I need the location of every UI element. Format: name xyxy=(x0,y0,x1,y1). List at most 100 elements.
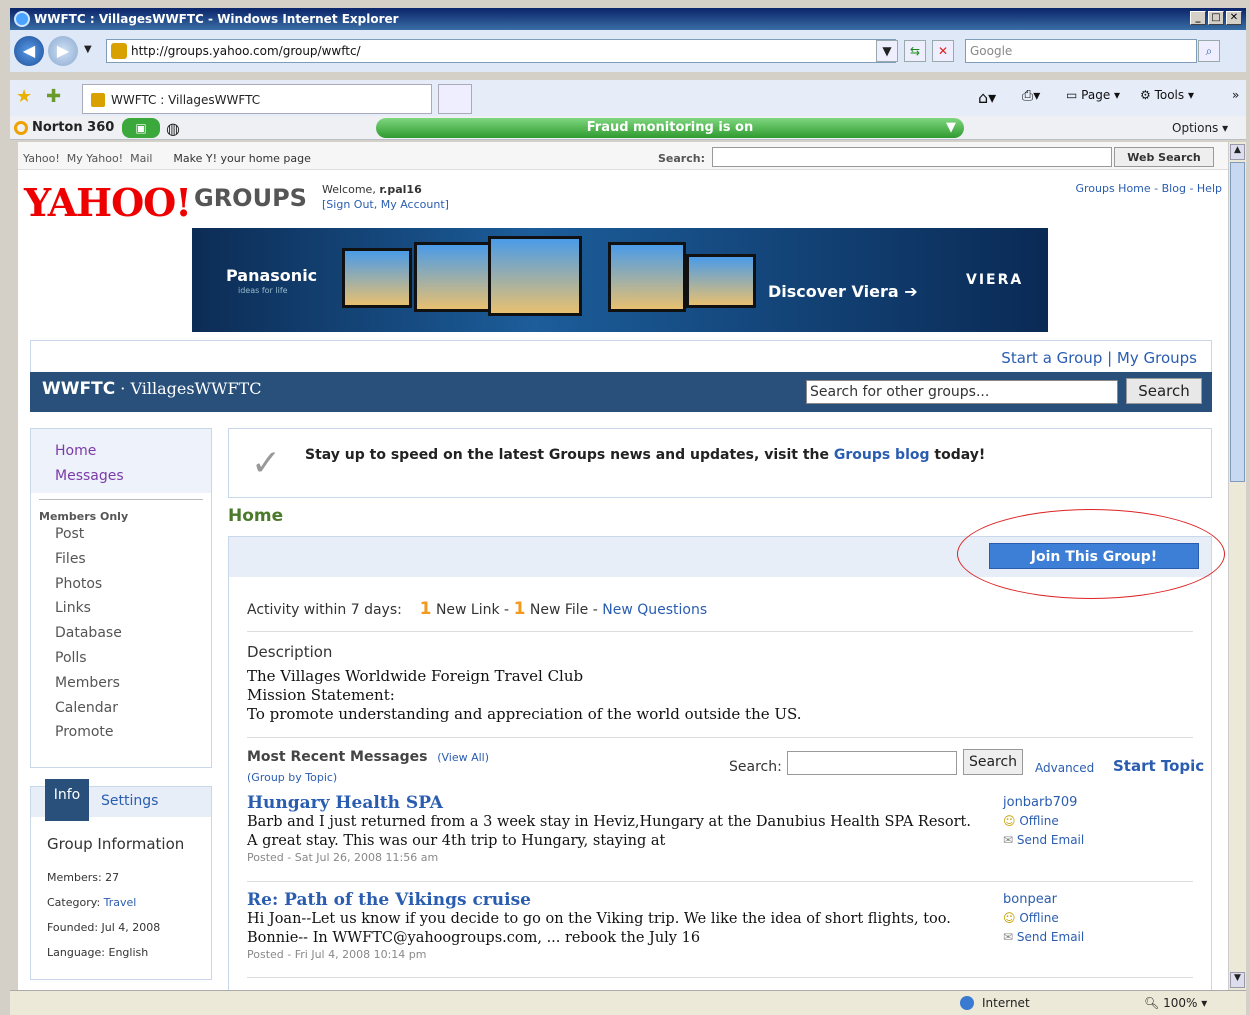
tab-row: ★ ✚ WWFTC : VillagesWWFTC ⌂▾ ⎙▾ ▭ Page ▾… xyxy=(10,80,1246,116)
vertical-scrollbar[interactable]: ▲ ▼ xyxy=(1228,142,1246,990)
back-button[interactable]: ◀ xyxy=(14,36,44,66)
news-text: Stay up to speed on the latest Groups ne… xyxy=(305,447,985,463)
nav-promote[interactable]: Promote xyxy=(31,720,211,745)
search-icon[interactable]: ⌕ xyxy=(1198,40,1220,62)
yahoo-top-strip: Yahoo! My Yahoo! Mail Make Y! your home … xyxy=(18,142,1228,170)
tab-info[interactable]: Info xyxy=(45,779,89,821)
mail-link[interactable]: Mail xyxy=(130,152,152,165)
fraud-monitoring-status[interactable]: Fraud monitoring is on ▼ xyxy=(376,118,964,138)
nav-home[interactable]: Home xyxy=(31,439,211,464)
browser-search-input[interactable]: Google xyxy=(965,39,1197,63)
banner-cta[interactable]: Discover Viera ➔ xyxy=(768,282,918,301)
group-subname: · VillagesWWFTC xyxy=(115,379,262,398)
my-yahoo-link[interactable]: My Yahoo! xyxy=(67,152,123,165)
language: Language: English xyxy=(47,946,149,959)
username: r.pal16 xyxy=(379,183,422,196)
send-email-link[interactable]: ✉ Send Email xyxy=(1003,928,1084,947)
message-search-label: Search: xyxy=(729,759,782,775)
scroll-thumb[interactable] xyxy=(1230,162,1245,482)
norton-monitor-icon[interactable]: ▣ xyxy=(122,118,160,138)
options-label: Options xyxy=(1172,121,1219,135)
new-tab-button[interactable] xyxy=(438,84,472,114)
add-favorites-icon[interactable]: ✚ xyxy=(46,86,61,107)
recent-label: Most Recent Messages xyxy=(247,749,428,765)
sign-out-link[interactable]: [Sign Out, My Account] xyxy=(322,198,449,211)
forward-button[interactable]: ▶ xyxy=(48,36,78,66)
nav-links[interactable]: Links xyxy=(31,596,211,621)
norton-logo-icon xyxy=(14,121,28,135)
category-link[interactable]: Travel xyxy=(104,896,137,909)
minimize-button[interactable]: _ xyxy=(1190,11,1206,25)
panasonic-banner-ad[interactable]: Panasonic ideas for life Discover Viera … xyxy=(192,228,1048,332)
address-input[interactable]: http://groups.yahoo.com/group/wwftc/ xyxy=(106,39,896,63)
news-text-after: today! xyxy=(929,447,986,463)
start-group-links[interactable]: Start a Group | My Groups xyxy=(1001,349,1197,367)
ie-icon xyxy=(14,11,30,27)
nav-database[interactable]: Database xyxy=(31,621,211,646)
welcome-text: Welcome, xyxy=(322,183,380,196)
nav-members[interactable]: Members xyxy=(31,671,211,696)
nav-photos[interactable]: Photos xyxy=(31,572,211,597)
groups-blog-link[interactable]: Groups blog xyxy=(834,447,930,463)
nav-post[interactable]: Post xyxy=(31,522,211,547)
stop-icon[interactable]: ✕ xyxy=(932,40,954,62)
make-home-link[interactable]: Make Y! your home page xyxy=(173,152,310,165)
checkmark-icon: ✓ xyxy=(251,443,282,484)
advanced-search-link[interactable]: Advanced xyxy=(1035,761,1094,775)
page-menu[interactable]: ▭ Page ▾ xyxy=(1066,88,1120,102)
message-search-input[interactable] xyxy=(787,751,957,775)
more-tools-icon[interactable]: » xyxy=(1232,88,1239,102)
group-search-button[interactable]: Search xyxy=(1126,378,1202,404)
send-email-link[interactable]: ✉ Send Email xyxy=(1003,831,1084,850)
home-icon[interactable]: ⌂▾ xyxy=(978,88,996,107)
status-bar: Internet 🔍︎ 100% ▾ xyxy=(10,990,1246,1015)
author-link[interactable]: jonbarb709 xyxy=(1003,793,1084,812)
members-only-label: Members Only xyxy=(39,510,129,523)
view-all-link[interactable]: (View All) xyxy=(437,751,489,764)
maximize-button[interactable]: □ xyxy=(1208,11,1224,25)
new-link-count: 1 xyxy=(419,599,432,619)
group-by-topic-link[interactable]: (Group by Topic) xyxy=(247,771,337,784)
message-item: Hungary Health SPA Barb and I just retur… xyxy=(247,793,1193,864)
yahoo-link[interactable]: Yahoo! xyxy=(23,152,60,165)
refresh-icon[interactable]: ⇆ xyxy=(904,40,926,62)
yahoo-logo[interactable]: YAHOO! xyxy=(24,180,192,225)
address-dropdown-icon[interactable]: ▼ xyxy=(876,40,898,62)
fraud-dropdown-icon[interactable]: ▼ xyxy=(946,118,956,138)
web-search-button[interactable]: Web Search xyxy=(1114,147,1214,167)
groups-logo-text: GROUPS xyxy=(194,184,307,212)
tab-current[interactable]: WWFTC : VillagesWWFTC xyxy=(82,84,432,114)
groups-top-links[interactable]: Groups Home - Blog - Help xyxy=(1075,182,1222,195)
options-menu[interactable]: Options ▾ xyxy=(1172,121,1228,135)
page-title: Home xyxy=(228,506,284,526)
group-search-input[interactable]: Search for other groups... xyxy=(806,380,1118,404)
history-dropdown-icon[interactable]: ▼ xyxy=(84,44,92,55)
send-email-text: Send Email xyxy=(1016,833,1085,847)
start-group-bar: Start a Group | My Groups xyxy=(30,340,1212,372)
group-name: WWFTC xyxy=(42,379,116,399)
message-search-button[interactable]: Search xyxy=(963,749,1023,775)
print-icon[interactable]: ⎙▾ xyxy=(1022,88,1040,104)
author-link[interactable]: bonpear xyxy=(1003,890,1084,909)
globe-icon[interactable]: ◍ xyxy=(166,119,180,138)
close-button[interactable]: ✕ xyxy=(1226,11,1242,25)
tools-menu[interactable]: ⚙ Tools ▾ xyxy=(1140,88,1194,102)
nav-polls[interactable]: Polls xyxy=(31,646,211,671)
description-label: Description xyxy=(247,643,333,661)
scroll-up-icon[interactable]: ▲ xyxy=(1230,144,1245,160)
zoom-control[interactable]: 🔍︎ 100% ▾ xyxy=(1144,996,1207,1010)
new-questions-link[interactable]: New Questions xyxy=(602,602,707,618)
nav-calendar[interactable]: Calendar xyxy=(31,696,211,721)
tab-settings[interactable]: Settings xyxy=(101,793,158,809)
description-text: The Villages Worldwide Foreign Travel Cl… xyxy=(247,667,802,724)
address-row: ◀ ▶ ▼ http://groups.yahoo.com/group/wwft… xyxy=(10,30,1246,72)
activity-label: Activity within 7 days: xyxy=(247,602,402,618)
favorites-star-icon[interactable]: ★ xyxy=(16,86,32,107)
web-search-input[interactable] xyxy=(712,147,1112,167)
nav-messages[interactable]: Messages xyxy=(31,464,211,489)
nav-files[interactable]: Files xyxy=(31,547,211,572)
start-topic-link[interactable]: Start Topic xyxy=(1113,757,1204,775)
norton-label: Norton 360 xyxy=(32,120,115,135)
message-posted: Posted - Fri Jul 4, 2008 10:14 pm xyxy=(247,948,427,961)
scroll-down-icon[interactable]: ▼ xyxy=(1230,972,1245,988)
